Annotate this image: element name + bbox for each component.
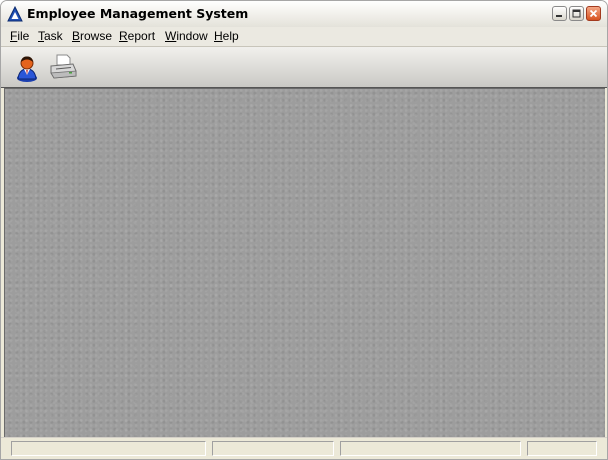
- menu-report[interactable]: Report: [119, 29, 155, 44]
- status-panel-1: [11, 441, 206, 456]
- status-panel-3: [340, 441, 521, 456]
- menu-help[interactable]: Help: [214, 29, 239, 44]
- maximize-icon: [572, 9, 581, 18]
- employee-button[interactable]: [11, 51, 43, 83]
- window-title: Employee Management System: [27, 6, 249, 21]
- minimize-button[interactable]: [552, 6, 567, 21]
- application-window: Employee Management System File Task Bro…: [0, 0, 608, 460]
- printer-icon: [50, 54, 77, 79]
- status-panel-2: [212, 441, 334, 456]
- close-icon: [589, 9, 598, 18]
- app-logo-icon: [7, 5, 23, 22]
- status-panel-4: [527, 441, 597, 456]
- toolbar: [1, 47, 607, 88]
- close-button[interactable]: [586, 6, 601, 21]
- title-bar[interactable]: Employee Management System: [1, 1, 607, 28]
- menu-browse[interactable]: Browse: [72, 29, 112, 44]
- employee-user-icon: [17, 56, 37, 82]
- minimize-icon: [556, 15, 562, 17]
- menu-bar: File Task Browse Report Window Help: [1, 27, 607, 47]
- menu-task[interactable]: Task: [38, 29, 63, 44]
- maximize-button[interactable]: [569, 6, 584, 21]
- menu-window[interactable]: Window: [165, 29, 208, 44]
- status-bar: [1, 437, 607, 459]
- print-button[interactable]: [47, 51, 79, 83]
- mdi-workspace[interactable]: [4, 88, 605, 437]
- menu-file[interactable]: File: [10, 29, 29, 44]
